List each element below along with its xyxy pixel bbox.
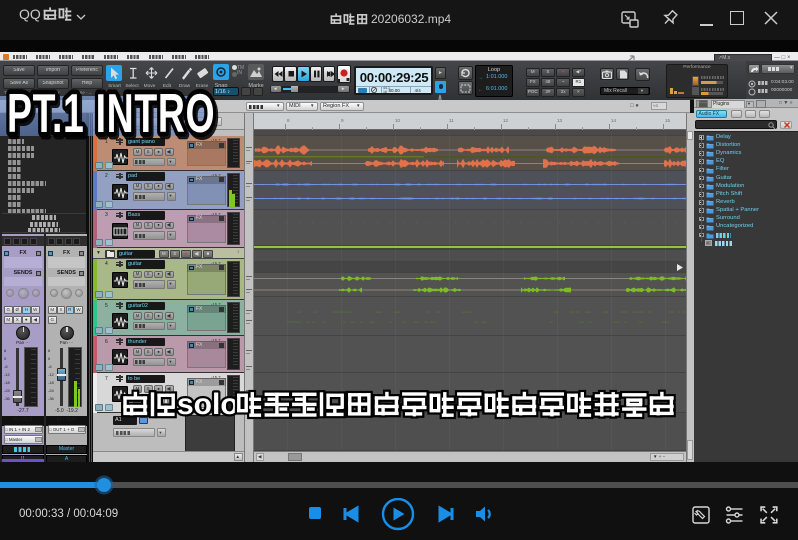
- svg-text:solo: solo: [177, 388, 239, 421]
